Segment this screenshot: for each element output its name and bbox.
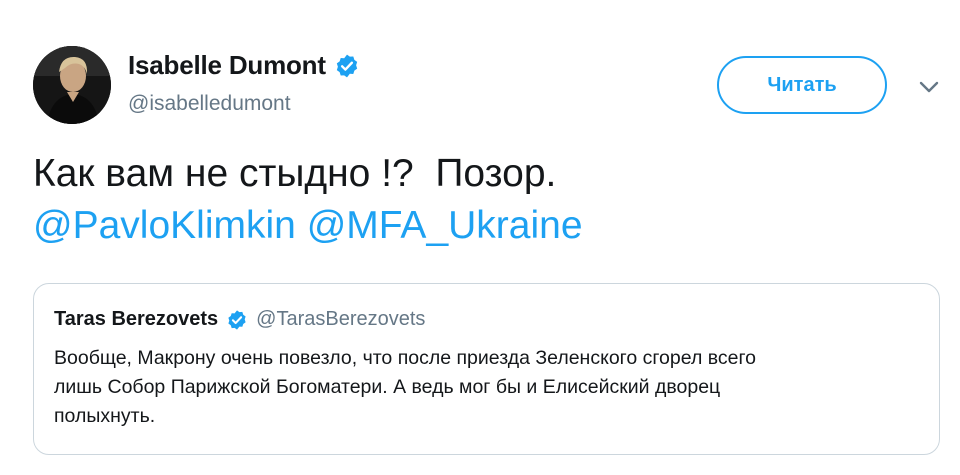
tweet-card: Isabelle Dumont @isabelledumont Читать К… [0,0,960,475]
quoted-text-line: Вообще, Макрону очень повезло, что после… [54,347,756,369]
chevron-down-icon[interactable] [918,80,940,94]
quoted-text-line: лишь Собор Парижской Богоматери. А ведь … [54,376,721,398]
quoted-author-handle: @TarasBerezovets [256,308,426,330]
quoted-tweet[interactable]: Taras Berezovets @TarasBerezovets Вообще… [33,283,940,455]
mention-link[interactable]: @PavloKlimkin [33,204,296,247]
tweet-text: Как вам не стыдно !? Позор. @PavloKlimki… [33,148,933,252]
quoted-tweet-header: Taras Berezovets @TarasBerezovets [54,308,425,331]
follow-button[interactable]: Читать [717,56,887,114]
quoted-tweet-text: Вообще, Макрону очень повезло, что после… [54,344,924,431]
author-avatar[interactable] [33,46,111,124]
author-name-row[interactable]: Isabelle Dumont [128,50,360,81]
author-name[interactable]: Isabelle Dumont [128,50,326,81]
quoted-author-name: Taras Berezovets [54,308,219,330]
avatar-photo-icon [33,46,111,124]
verified-badge-icon [336,54,358,77]
tweet-mentions-line: @PavloKlimkin @MFA_Ukraine [33,200,933,252]
quoted-text-line: полыхнуть. [54,405,156,427]
author-handle[interactable]: @isabelledumont [128,92,291,116]
mention-link[interactable]: @MFA_Ukraine [307,204,583,247]
tweet-text-line: Как вам не стыдно !? Позор. [33,152,557,195]
verified-badge-icon [228,309,246,330]
